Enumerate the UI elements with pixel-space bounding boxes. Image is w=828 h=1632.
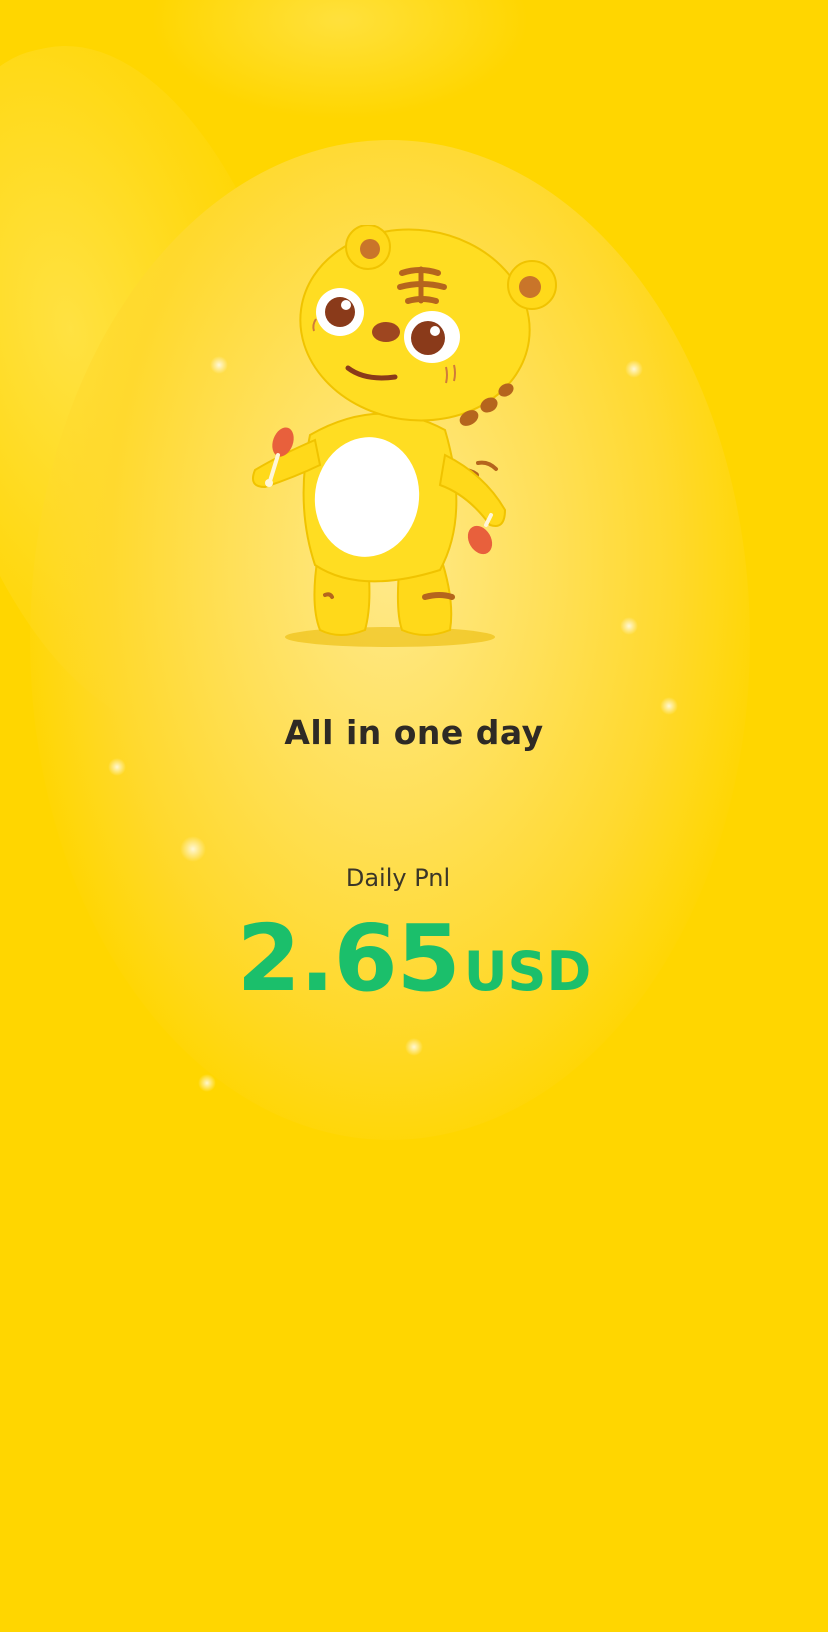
sparkle	[198, 1074, 216, 1092]
sparkle	[620, 617, 638, 635]
headline: All in one day	[284, 713, 544, 752]
sparkle	[108, 758, 126, 776]
daily-pnl-unit: USD	[463, 940, 592, 1003]
sparkle	[405, 1038, 423, 1056]
tiger-mascot-icon	[240, 224, 570, 655]
daily-pnl-label: Daily Pnl	[345, 864, 451, 892]
sparkle	[210, 356, 228, 374]
daily-pnl-value: 2.65USD	[0, 905, 828, 1012]
daily-pnl-number: 2.65	[236, 905, 461, 1012]
sparkle	[625, 360, 643, 378]
sparkle	[180, 836, 206, 862]
